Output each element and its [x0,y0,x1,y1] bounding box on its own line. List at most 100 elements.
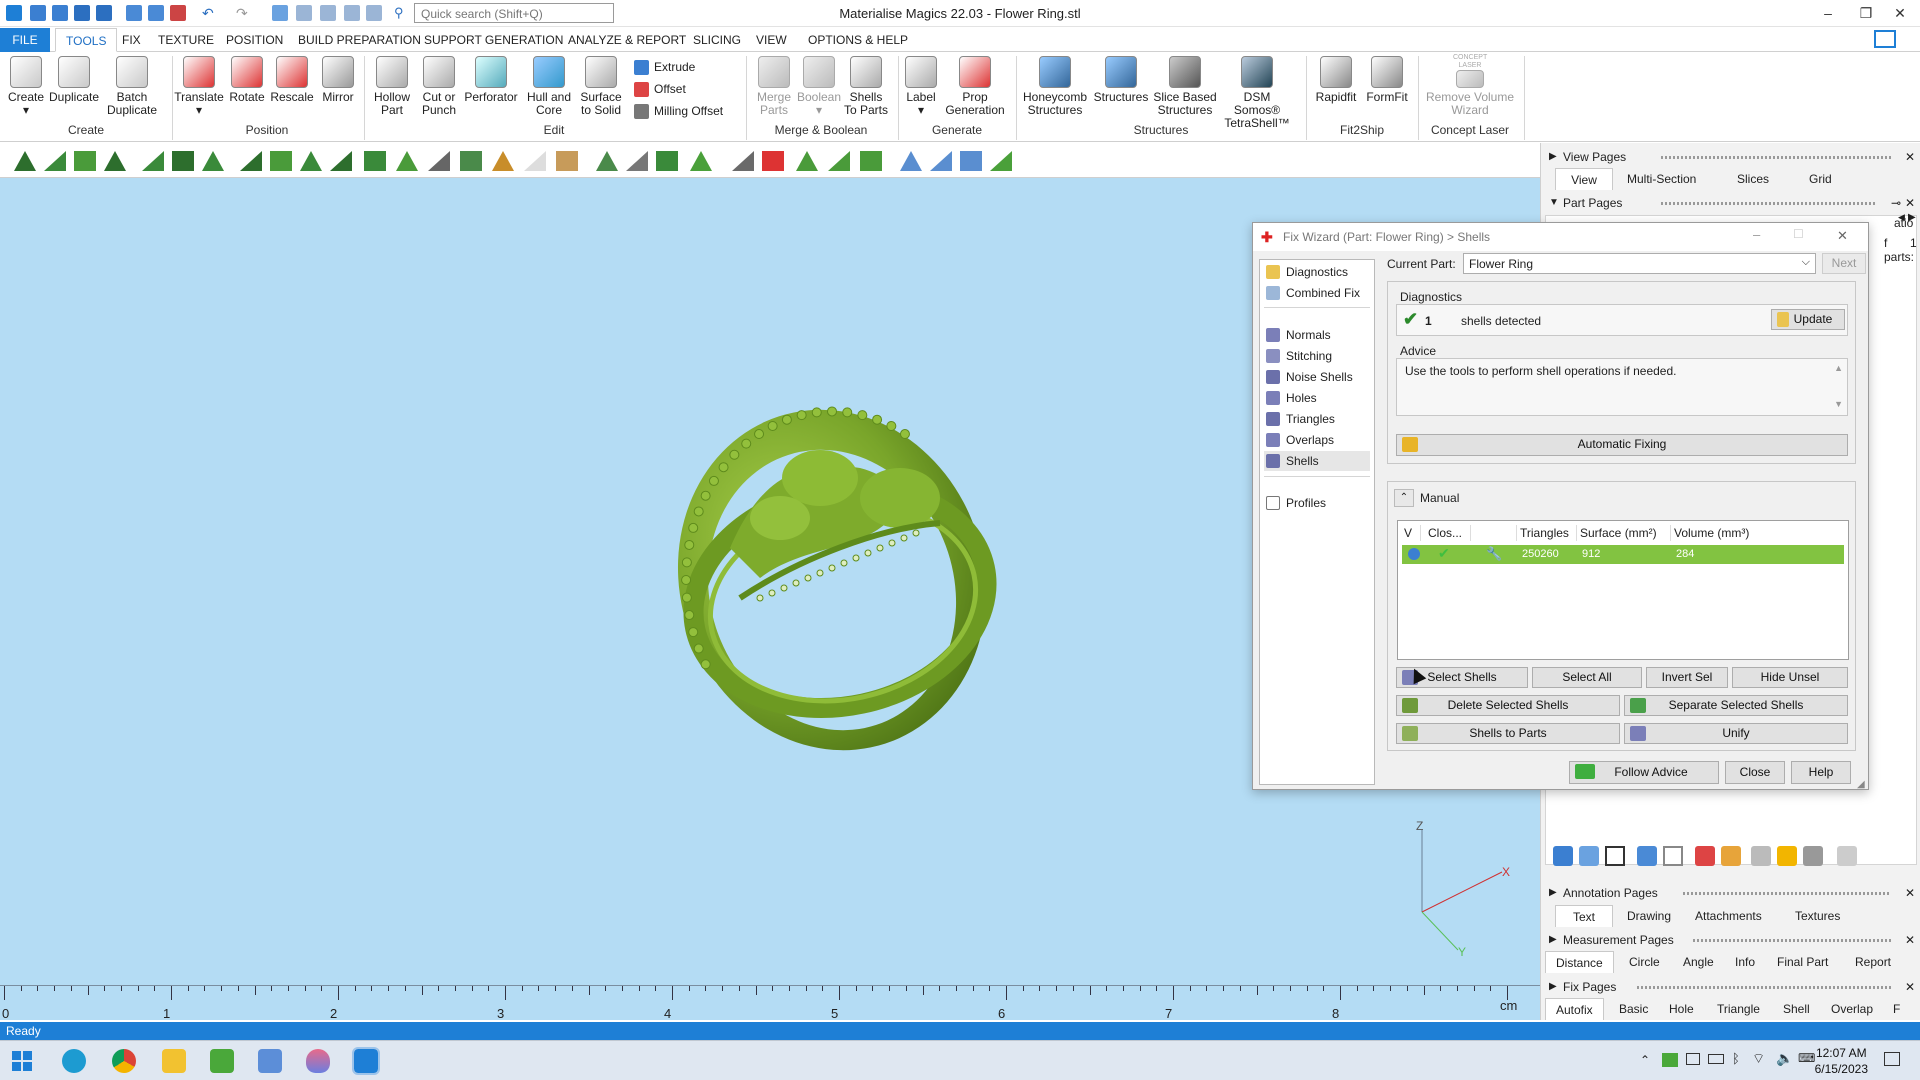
visibility-icon[interactable] [1579,846,1599,866]
resize-grip-icon[interactable]: ◢ [1857,779,1865,790]
view-tool-icon[interactable] [732,151,754,171]
slice-based-structures-button[interactable]: Slice Based Structures [1152,56,1218,117]
notifications-icon[interactable] [1884,1052,1900,1066]
remove-volume-wizard-button[interactable]: CONCEPT LASER Remove Volume Wizard [1420,52,1520,117]
chrome-browser-icon[interactable] [112,1049,136,1073]
create-button[interactable]: Create ▾ [6,56,46,117]
nav-stitching[interactable]: Stitching [1264,346,1370,366]
tab-attachments[interactable]: Attachments [1685,905,1772,927]
nav-noise-shells[interactable]: Noise Shells [1264,367,1370,387]
cut-or-punch-button[interactable]: Cut or Punch [418,56,460,117]
view-tool-icon[interactable] [556,151,578,171]
tab-textures[interactable]: Textures [1785,905,1850,927]
duplicate-button[interactable]: Duplicate [48,56,100,104]
tray-keyboard-icon[interactable]: ⌨ [1798,1051,1815,1065]
shells-to-parts-button[interactable]: Shells to Parts [1396,723,1620,744]
measurement-pages-header[interactable]: ▶ Measurement Pages ✕ [1541,930,1920,950]
tab-view[interactable]: View [1555,168,1613,190]
nav-normals[interactable]: Normals [1264,325,1370,345]
tray-battery-icon[interactable] [1708,1054,1724,1064]
view-tool-icon[interactable] [930,151,952,171]
app-flame-icon[interactable] [306,1049,330,1073]
view-tool-icon[interactable] [44,151,66,171]
tab-final-part[interactable]: Final Part [1767,951,1838,973]
view-tool-icon[interactable] [860,151,882,171]
column-header-closed[interactable]: Clos... [1428,526,1462,540]
tab-overlap[interactable]: Overlap [1821,998,1883,1020]
tab-grid[interactable]: Grid [1799,168,1842,190]
view-tool-icon[interactable] [796,151,818,171]
menu-tab-texture[interactable]: TEXTURE [148,28,224,52]
view-tool-icon[interactable] [990,151,1012,171]
view-tool-icon[interactable] [104,151,126,171]
view-tool-icon[interactable] [524,151,546,171]
scroll-down-icon[interactable]: ▼ [1834,399,1843,409]
windows-start-icon[interactable] [10,1049,34,1073]
stack-icon[interactable] [1803,846,1823,866]
collapse-manual-icon[interactable]: ⌃ [1394,489,1414,507]
tab-scroll-left-icon[interactable]: ◀ [1898,212,1905,223]
tab-autofix[interactable]: Autofix [1545,998,1604,1020]
pin-icon[interactable]: ⊸ [1891,193,1901,213]
unload-part-icon[interactable] [1695,846,1715,866]
view-tool-icon[interactable] [492,151,514,171]
view-tool-icon[interactable] [300,151,322,171]
taskbar-clock[interactable]: 12:07 AM 6/15/2023 [1815,1045,1868,1077]
tab-circle[interactable]: Circle [1619,951,1670,973]
menu-tab-position[interactable]: POSITION [216,28,293,52]
view-tool-icon[interactable] [690,151,712,171]
nav-combined-fix[interactable]: Combined Fix [1264,283,1370,303]
dsm-somos-tetrashell-button[interactable]: DSM Somos® TetraShell™ [1220,56,1294,130]
column-header-surface[interactable]: Surface (mm²) [1580,526,1657,540]
unify-button[interactable]: Unify [1624,723,1848,744]
view-tool-icon[interactable] [656,151,678,171]
tag-icon[interactable] [1751,846,1771,866]
tab-report[interactable]: Report [1845,951,1901,973]
edge-browser-icon[interactable] [62,1049,86,1073]
magics-app-icon[interactable] [352,1047,380,1075]
next-button[interactable]: Next [1822,253,1866,274]
rapidfit-button[interactable]: Rapidfit [1310,56,1362,104]
layout-icon[interactable] [1874,30,1896,48]
delete-selected-shells-button[interactable]: Delete Selected Shells [1396,695,1620,716]
close-window-button[interactable]: ✕ [1880,2,1920,24]
view-tool-icon[interactable] [202,151,224,171]
hollow-part-button[interactable]: Hollow Part [368,56,416,117]
tab-hole[interactable]: Hole [1659,998,1704,1020]
surface-to-solid-button[interactable]: Surface to Solid [578,56,624,117]
properties-icon[interactable] [1837,846,1857,866]
table-row[interactable]: ✔ 🔧 250260 912 284 [1402,545,1844,564]
nav-diagnostics[interactable]: Diagnostics [1264,262,1370,282]
hull-and-core-button[interactable]: Hull and Core [522,56,576,117]
offset-button[interactable]: Offset [632,80,686,98]
menu-tab-options-help[interactable]: OPTIONS & HELP [798,28,918,52]
color-part-icon[interactable] [1721,846,1741,866]
invert-sel-button[interactable]: Invert Sel [1646,667,1728,688]
close-icon[interactable]: ✕ [1905,883,1915,903]
help-button[interactable]: Help [1791,761,1851,784]
menu-tab-fix[interactable]: FIX [112,28,151,52]
scroll-up-icon[interactable]: ▲ [1834,363,1843,373]
view-tool-icon[interactable] [142,151,164,171]
boolean-button[interactable]: Boolean ▾ [796,56,842,117]
label-button[interactable]: Label ▾ [900,56,942,117]
tab-multi-section[interactable]: Multi-Section [1617,168,1706,190]
rescale-button[interactable]: Rescale [270,56,314,104]
select-all-button[interactable]: Select All [1532,667,1642,688]
view-tool-icon[interactable] [330,151,352,171]
app-blue-icon[interactable] [258,1049,282,1073]
annotation-pages-header[interactable]: ▶ Annotation Pages ✕ [1541,883,1920,903]
part-pages-header[interactable]: ▼ Part Pages ⊸ ✕ [1541,193,1920,213]
follow-advice-button[interactable]: Follow Advice [1569,761,1719,784]
tab-basic[interactable]: Basic [1609,998,1658,1020]
tab-text[interactable]: Text [1555,905,1613,927]
menu-tab-slicing[interactable]: SLICING [683,28,751,52]
column-header-volume[interactable]: Volume (mm³) [1674,526,1749,540]
wireframe-icon[interactable] [1663,846,1683,866]
milling-offset-button[interactable]: Milling Offset [632,102,723,120]
merge-parts-button[interactable]: Merge Parts [752,56,796,117]
tab-triangle[interactable]: Triangle [1707,998,1770,1020]
shells-to-parts-ribbon-button[interactable]: Shells To Parts [842,56,890,117]
view-tool-icon[interactable] [828,151,850,171]
nav-shells[interactable]: Shells [1264,451,1370,471]
